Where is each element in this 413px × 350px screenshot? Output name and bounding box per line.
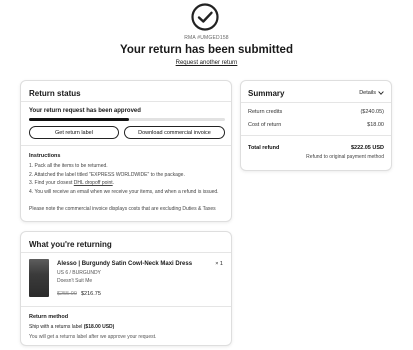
return-method-note: You will get a returns label after we ap… [29, 334, 157, 340]
return-credits-value: ($240.05) [360, 109, 384, 115]
divider [21, 145, 231, 146]
dhl-dropoff-link[interactable]: DHL dropoff point [74, 180, 113, 186]
divider [21, 306, 231, 307]
instruction-text: 3. Find your closest [29, 180, 74, 187]
return-status-card: Return status Your return request has be… [20, 80, 232, 222]
invoice-note: Please note the commercial invoice displ… [29, 206, 216, 212]
instruction-step: 1. Pack all the items to be returned. [29, 163, 108, 169]
instruction-text: . [112, 180, 115, 187]
divider [241, 135, 391, 136]
divider [21, 252, 231, 253]
return-method-title: Return method [29, 314, 69, 320]
progress-fill [29, 118, 129, 121]
cost-value: $18.00 [367, 122, 384, 128]
total-row: Total refund $222.05 USD [248, 145, 384, 151]
cost-row: Cost of return $18.00 [248, 122, 384, 128]
return-status-title: Return status [29, 89, 81, 98]
product-image [29, 259, 49, 297]
rma-number: RMA #UMGED158 [184, 35, 229, 41]
refund-note: Refund to original payment method [306, 154, 384, 160]
return-method-price: ($18.00 USD) [83, 324, 115, 330]
return-reason: Doesn't Suit Me [57, 278, 93, 284]
total-value: $222.05 USD [350, 145, 384, 151]
details-toggle[interactable]: Details [359, 90, 384, 96]
original-price: $255.00 [57, 291, 77, 297]
total-label: Total refund [248, 145, 280, 151]
instructions-title: Instructions [29, 153, 61, 159]
product-quantity: × 1 [215, 261, 223, 267]
return-method-line: Ship with a returns label ($18.00 USD) [29, 324, 114, 330]
divider [21, 101, 231, 102]
returning-card: What you're returning Alesso | Burgundy … [20, 231, 232, 346]
product-name: Alesso | Burgundy Satin Cowl-Neck Maxi D… [57, 261, 193, 267]
details-label: Details [359, 90, 376, 96]
summary-title: Summary [248, 89, 285, 98]
check-circle-icon [191, 3, 219, 31]
summary-card: Summary Details Return credits ($240.05)… [240, 80, 392, 171]
instruction-step: 2. Attatched the label titled "EXPRESS W… [29, 171, 185, 178]
instructions-list: 1. Pack all the items to be returned. 2.… [29, 162, 229, 196]
download-invoice-button[interactable]: Download commercial invoice [124, 126, 225, 139]
progress-bar [29, 118, 225, 121]
divider [241, 102, 391, 103]
request-another-return-link[interactable]: Request another return [0, 60, 413, 66]
product-variant: US 6 / BURGUNDY [57, 270, 101, 276]
return-credits-row: Return credits ($240.05) [248, 109, 384, 115]
cost-label: Cost of return [248, 122, 282, 128]
chevron-down-icon [378, 91, 384, 95]
returning-title: What you're returning [29, 240, 112, 249]
instruction-step: 3. Find your closest DHL dropoff point. [29, 179, 229, 188]
sale-price: $216.75 [81, 291, 101, 297]
instruction-step: 4. You will receive an email when we rec… [29, 188, 219, 195]
page-title: Your return has been submitted [120, 44, 293, 56]
get-return-label-button[interactable]: Get return label [29, 126, 119, 139]
return-credits-label: Return credits [248, 109, 283, 115]
return-method-text: Ship with a returns label [29, 324, 84, 330]
approved-message: Your return request has been approved [29, 108, 141, 114]
